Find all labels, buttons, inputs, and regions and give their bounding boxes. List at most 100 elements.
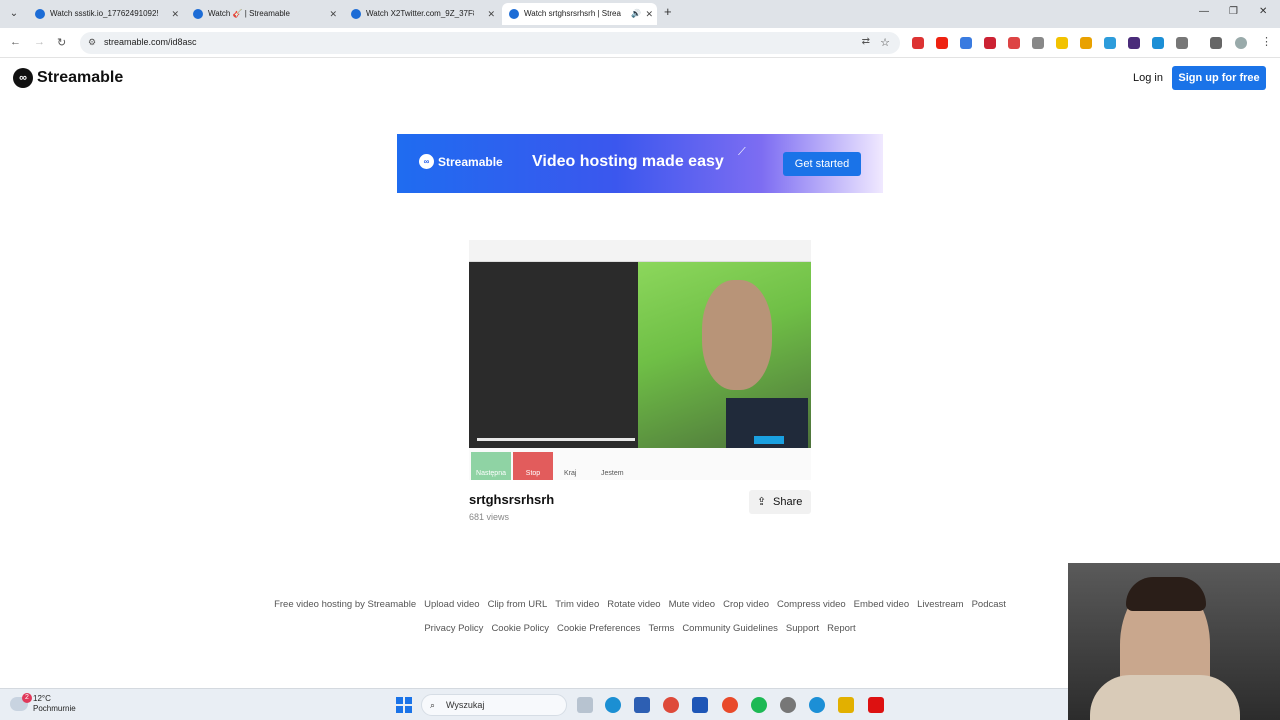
extension-icon[interactable] (1104, 37, 1116, 49)
youtube-extension-icon[interactable] (936, 37, 948, 49)
notification-badge: 2 (22, 693, 32, 703)
extension-icon[interactable] (1032, 37, 1044, 49)
weather-widget[interactable]: 2 12°C Pochmurnie (10, 693, 76, 714)
extension-icon[interactable] (1008, 37, 1020, 49)
reading-list-icon[interactable] (1210, 37, 1222, 49)
app-icon[interactable] (692, 697, 708, 713)
minimize-icon[interactable]: — (1199, 6, 1209, 17)
bookmark-star-icon[interactable]: ☆ (880, 36, 890, 49)
cloud-icon: 2 (10, 693, 32, 711)
app-icon[interactable] (868, 697, 884, 713)
menu-kebab-icon[interactable]: ⋮ (1261, 35, 1272, 48)
footer-link[interactable]: Upload video (424, 599, 479, 610)
taskbar-search[interactable]: ⌕ Wyszukaj (421, 694, 567, 716)
spotify-icon[interactable] (751, 697, 767, 713)
footer-link[interactable]: Clip from URL (488, 599, 548, 610)
footer-link[interactable]: Livestream (917, 599, 963, 610)
extension-icon[interactable] (1152, 37, 1164, 49)
tab-current[interactable]: Watch srtghsrsrhsrh | Strea 🔊 ✕ (502, 3, 657, 25)
share-button[interactable]: ⇪ Share (749, 490, 811, 514)
new-tab-icon[interactable]: + (664, 4, 672, 19)
video-frame-dark-panel (469, 262, 638, 458)
webcam-overlay (1068, 563, 1280, 720)
close-tab-icon[interactable]: ✕ (329, 3, 337, 25)
rockstar-icon[interactable] (838, 697, 854, 713)
speaker-icon[interactable]: 🔊 (631, 3, 641, 25)
extension-icon[interactable] (1080, 37, 1092, 49)
extension-icon[interactable] (984, 37, 996, 49)
chrome-icon[interactable] (663, 697, 679, 713)
banner-tagline: Video hosting made easy (532, 153, 724, 170)
footer-link[interactable]: Terms (648, 623, 674, 634)
footer-link[interactable]: Free video hosting by Streamable (274, 599, 416, 610)
address-toolbar: ← → ↻ ⚙ streamable.com/id8asc ⇄ ☆ ⋮ (0, 28, 1280, 58)
footer-link[interactable]: Embed video (854, 599, 909, 610)
chrome-profile-icon[interactable] (722, 697, 738, 713)
streamable-logo-icon: ∞ (419, 154, 434, 169)
weather-text: Pochmurnie (33, 704, 76, 713)
windows-start-icon[interactable] (396, 697, 412, 713)
window-close-icon[interactable]: ✕ (1259, 6, 1267, 17)
video-frame-tag: Kraj (564, 470, 577, 477)
streamable-favicon-icon (35, 9, 45, 19)
forward-icon[interactable]: → (34, 36, 45, 48)
sparkle-icon: ⟋ (738, 146, 746, 158)
signup-button[interactable]: Sign up for free (1172, 66, 1266, 90)
footer-link[interactable]: Crop video (723, 599, 769, 610)
video-player[interactable]: Następna Stop Kraj Jestem (469, 240, 811, 480)
close-tab-icon[interactable]: ✕ (645, 3, 653, 25)
footer-link[interactable]: Cookie Preferences (557, 623, 640, 634)
extension-icon[interactable] (1056, 37, 1068, 49)
settings-icon[interactable] (780, 697, 796, 713)
footer-link[interactable]: Podcast (972, 599, 1006, 610)
extension-icon[interactable] (1128, 37, 1140, 49)
footer-link[interactable]: Compress video (777, 599, 846, 610)
tab-guitar[interactable]: Watch 🎸 | Streamable ✕ (186, 3, 341, 25)
banner-logo: ∞ Streamable (419, 154, 503, 169)
footer-link[interactable]: Support (786, 623, 819, 634)
edge-icon[interactable] (605, 697, 621, 713)
streamable-favicon-icon (351, 9, 361, 19)
reload-icon[interactable]: ↻ (57, 36, 66, 49)
address-bar[interactable]: ⚙ streamable.com/id8asc ⇄ ☆ (80, 32, 900, 54)
site-info-icon[interactable]: ⚙ (88, 37, 96, 48)
store-icon[interactable] (634, 697, 650, 713)
video-title: srtghsrsrhsrh (469, 492, 555, 507)
video-frame-popup-button (754, 436, 784, 444)
profile-avatar-icon[interactable] (1235, 37, 1247, 49)
restore-icon[interactable]: ❐ (1229, 6, 1238, 17)
footer-link[interactable]: Report (827, 623, 856, 634)
browser-tab-bar: ⌄ Watch ssstik.io_1776249109255 ✕ Watch … (0, 0, 1280, 28)
streamable-favicon-icon (193, 9, 203, 19)
get-started-button[interactable]: Get started (783, 152, 861, 176)
extensions-puzzle-icon[interactable] (1176, 37, 1188, 49)
close-tab-icon[interactable]: ✕ (171, 3, 179, 25)
temperature-text: 12°C (33, 694, 51, 703)
video-frame-progress (477, 438, 635, 441)
footer-link[interactable]: Mute video (669, 599, 715, 610)
footer-link[interactable]: Trim video (555, 599, 599, 610)
extension-icon[interactable] (960, 37, 972, 49)
video-views: 681 views (469, 512, 510, 522)
close-tab-icon[interactable]: ✕ (487, 3, 495, 25)
streamable-logo-icon: ∞ (13, 68, 33, 88)
footer-link[interactable]: Privacy Policy (424, 623, 483, 634)
search-icon: ⌕ (430, 700, 436, 710)
footer-link[interactable]: Community Guidelines (682, 623, 778, 634)
login-link[interactable]: Log in (1133, 72, 1163, 84)
app-icon[interactable] (809, 697, 825, 713)
video-frame-stop-button: Stop (513, 452, 553, 480)
task-view-icon[interactable] (577, 697, 593, 713)
translate-icon[interactable]: ⇄ (862, 36, 870, 47)
footer-link[interactable]: Cookie Policy (491, 623, 549, 634)
tab-search-icon[interactable]: ⌄ (6, 6, 22, 22)
promo-banner[interactable]: ∞ Streamable Video hosting made easy ⟋ G… (397, 134, 883, 193)
extension-icon[interactable] (912, 37, 924, 49)
streamable-logo[interactable]: ∞ Streamable (13, 68, 123, 88)
footer-link[interactable]: Rotate video (607, 599, 660, 610)
tab-ssstik[interactable]: Watch ssstik.io_1776249109255 ✕ (28, 3, 183, 25)
url-text[interactable]: streamable.com/id8asc (104, 37, 197, 47)
video-frame-tag: Jestem (601, 470, 624, 477)
tab-x2twitter[interactable]: Watch X2Twitter.com_9Z_37F8 ✕ (344, 3, 499, 25)
back-icon[interactable]: ← (10, 36, 21, 48)
